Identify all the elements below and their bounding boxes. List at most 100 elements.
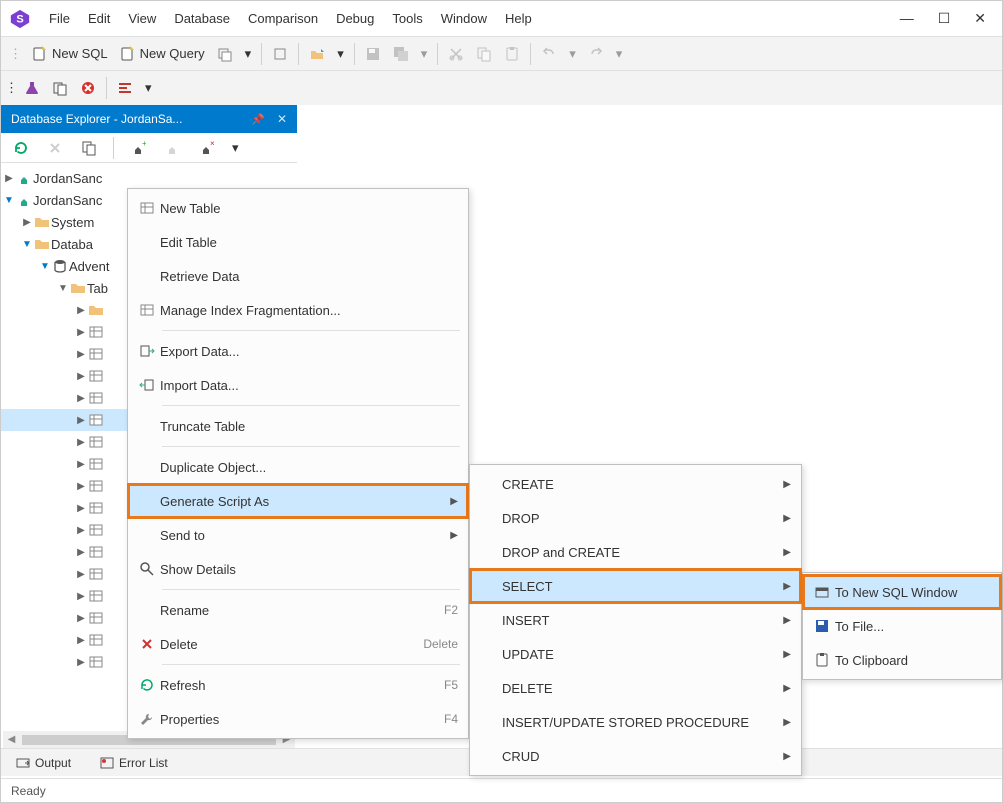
chevron-right-icon: ▶	[783, 547, 791, 558]
menu-delete-script[interactable]: DELETE▶	[470, 671, 801, 705]
menu-window[interactable]: Window	[433, 7, 495, 30]
menu-show-details[interactable]: Show Details	[128, 552, 468, 586]
menu-update[interactable]: UPDATE▶	[470, 637, 801, 671]
cut-button[interactable]	[442, 42, 470, 66]
menu-generate-script-as[interactable]: Generate Script As▶	[128, 484, 468, 518]
menubar: S File Edit View Database Comparison Deb…	[1, 1, 1002, 37]
cancel-button[interactable]	[74, 76, 102, 100]
context-menu-table: New Table Edit Table Retrieve Data Manag…	[127, 188, 469, 739]
remove-connection-icon[interactable]: ×	[192, 136, 220, 160]
toolbar-btn-1[interactable]	[211, 42, 239, 66]
copy-button[interactable]	[470, 42, 498, 66]
menu-rename[interactable]: RenameF2	[128, 593, 468, 627]
tree-label: Advent	[69, 259, 109, 274]
submenu-select-target: To New SQL Window To File... To Clipboar…	[802, 572, 1002, 680]
chevron-right-icon: ▶	[450, 496, 458, 507]
chevron-right-icon: ▶	[783, 513, 791, 524]
menu-to-new-sql-window[interactable]: To New SQL Window	[803, 575, 1001, 609]
svg-text:S: S	[16, 13, 23, 25]
toolbar-btn-2[interactable]	[266, 42, 294, 66]
panel-toolbar: + × ▾	[1, 133, 297, 163]
menu-manage-index[interactable]: Manage Index Fragmentation...	[128, 293, 468, 327]
menu-truncate-table[interactable]: Truncate Table	[128, 409, 468, 443]
chevron-right-icon: ▶	[783, 717, 791, 728]
toolbar-dropdown-3[interactable]: ▾	[415, 42, 434, 66]
menu-to-file[interactable]: To File...	[803, 609, 1001, 643]
flask-button[interactable]	[18, 76, 46, 100]
menu-new-table[interactable]: New Table	[128, 191, 468, 225]
chevron-right-icon: ▶	[783, 751, 791, 762]
toolbar-dropdown-1[interactable]: ▾	[239, 42, 258, 66]
panel-close-icon[interactable]: ✕	[277, 112, 287, 126]
chevron-right-icon: ▶	[783, 479, 791, 490]
panel-title-text: Database Explorer - JordanSa...	[11, 112, 182, 126]
menu-create[interactable]: CREATE▶	[470, 467, 801, 501]
menu-refresh[interactable]: RefreshF5	[128, 668, 468, 702]
tree-label: JordanSanc	[33, 193, 102, 208]
menu-file[interactable]: File	[41, 7, 78, 30]
menu-select[interactable]: SELECT▶	[470, 569, 801, 603]
chevron-right-icon: ▶	[783, 683, 791, 694]
menu-send-to[interactable]: Send to▶	[128, 518, 468, 552]
tree-label: JordanSanc	[33, 171, 102, 186]
menu-export-data[interactable]: Export Data...	[128, 334, 468, 368]
add-connection-icon[interactable]: +	[124, 136, 152, 160]
menu-tools[interactable]: Tools	[384, 7, 430, 30]
statusbar: Ready	[1, 778, 1002, 802]
close-button[interactable]: ✕	[974, 10, 986, 27]
toolbar-secondary: ⋮ ▾	[1, 71, 1002, 105]
menu-comparison[interactable]: Comparison	[240, 7, 326, 30]
format-button[interactable]	[111, 76, 139, 100]
copy-panel-icon[interactable]	[75, 136, 103, 160]
menu-view[interactable]: View	[120, 7, 164, 30]
save-button[interactable]	[359, 42, 387, 66]
output-tab[interactable]: Output	[9, 751, 77, 775]
menu-to-clipboard[interactable]: To Clipboard	[803, 643, 1001, 677]
refresh-icon[interactable]	[7, 136, 35, 160]
tree-label: System	[51, 215, 94, 230]
tree-label: Databa	[51, 237, 93, 252]
chevron-right-icon: ▶	[783, 615, 791, 626]
tree-connection-1[interactable]: ▶JordanSanc	[1, 167, 297, 189]
undo-button[interactable]	[535, 42, 563, 66]
connection-icon[interactable]	[158, 136, 186, 160]
menu-database[interactable]: Database	[166, 7, 238, 30]
panel-dropdown[interactable]: ▾	[226, 136, 245, 160]
menu-help[interactable]: Help	[497, 7, 540, 30]
error-list-tab[interactable]: Error List	[93, 751, 174, 775]
menu-duplicate-object[interactable]: Duplicate Object...	[128, 450, 468, 484]
toolbar-dropdown-2[interactable]: ▾	[331, 42, 350, 66]
redo-button[interactable]	[582, 42, 610, 66]
redo-dropdown[interactable]: ▾	[610, 42, 629, 66]
chevron-right-icon: ▶	[783, 581, 791, 592]
svg-text:×: ×	[210, 140, 214, 148]
panel-button[interactable]	[46, 76, 74, 100]
delete-icon[interactable]	[41, 136, 69, 160]
menu-insert-update-sp[interactable]: INSERT/UPDATE STORED PROCEDURE▶	[470, 705, 801, 739]
tree-label: Tab	[87, 281, 108, 296]
maximize-button[interactable]: ☐	[938, 10, 951, 27]
menu-properties[interactable]: PropertiesF4	[128, 702, 468, 736]
menu-edit[interactable]: Edit	[80, 7, 118, 30]
menu-insert[interactable]: INSERT▶	[470, 603, 801, 637]
menu-retrieve-data[interactable]: Retrieve Data	[128, 259, 468, 293]
format-dropdown[interactable]: ▾	[139, 76, 158, 100]
menu-crud[interactable]: CRUD▶	[470, 739, 801, 773]
menu-edit-table[interactable]: Edit Table	[128, 225, 468, 259]
menu-import-data[interactable]: Import Data...	[128, 368, 468, 402]
menu-delete[interactable]: DeleteDelete	[128, 627, 468, 661]
toolbar-grip-2: ⋮	[5, 80, 18, 96]
new-query-button[interactable]: New Query	[114, 42, 211, 66]
submenu-generate-script: CREATE▶ DROP▶ DROP and CREATE▶ SELECT▶ I…	[469, 464, 802, 776]
minimize-button[interactable]: —	[900, 10, 914, 27]
paste-button[interactable]	[498, 42, 526, 66]
open-file-button[interactable]	[303, 42, 331, 66]
pin-icon[interactable]: 📌	[251, 113, 265, 126]
new-sql-button[interactable]: New SQL	[26, 42, 114, 66]
menu-drop-and-create[interactable]: DROP and CREATE▶	[470, 535, 801, 569]
toolbar-main: ⋮ New SQL New Query ▾ ▾ ▾ ▾ ▾	[1, 37, 1002, 71]
save-all-button[interactable]	[387, 42, 415, 66]
menu-debug[interactable]: Debug	[328, 7, 382, 30]
menu-drop[interactable]: DROP▶	[470, 501, 801, 535]
undo-dropdown[interactable]: ▾	[563, 42, 582, 66]
